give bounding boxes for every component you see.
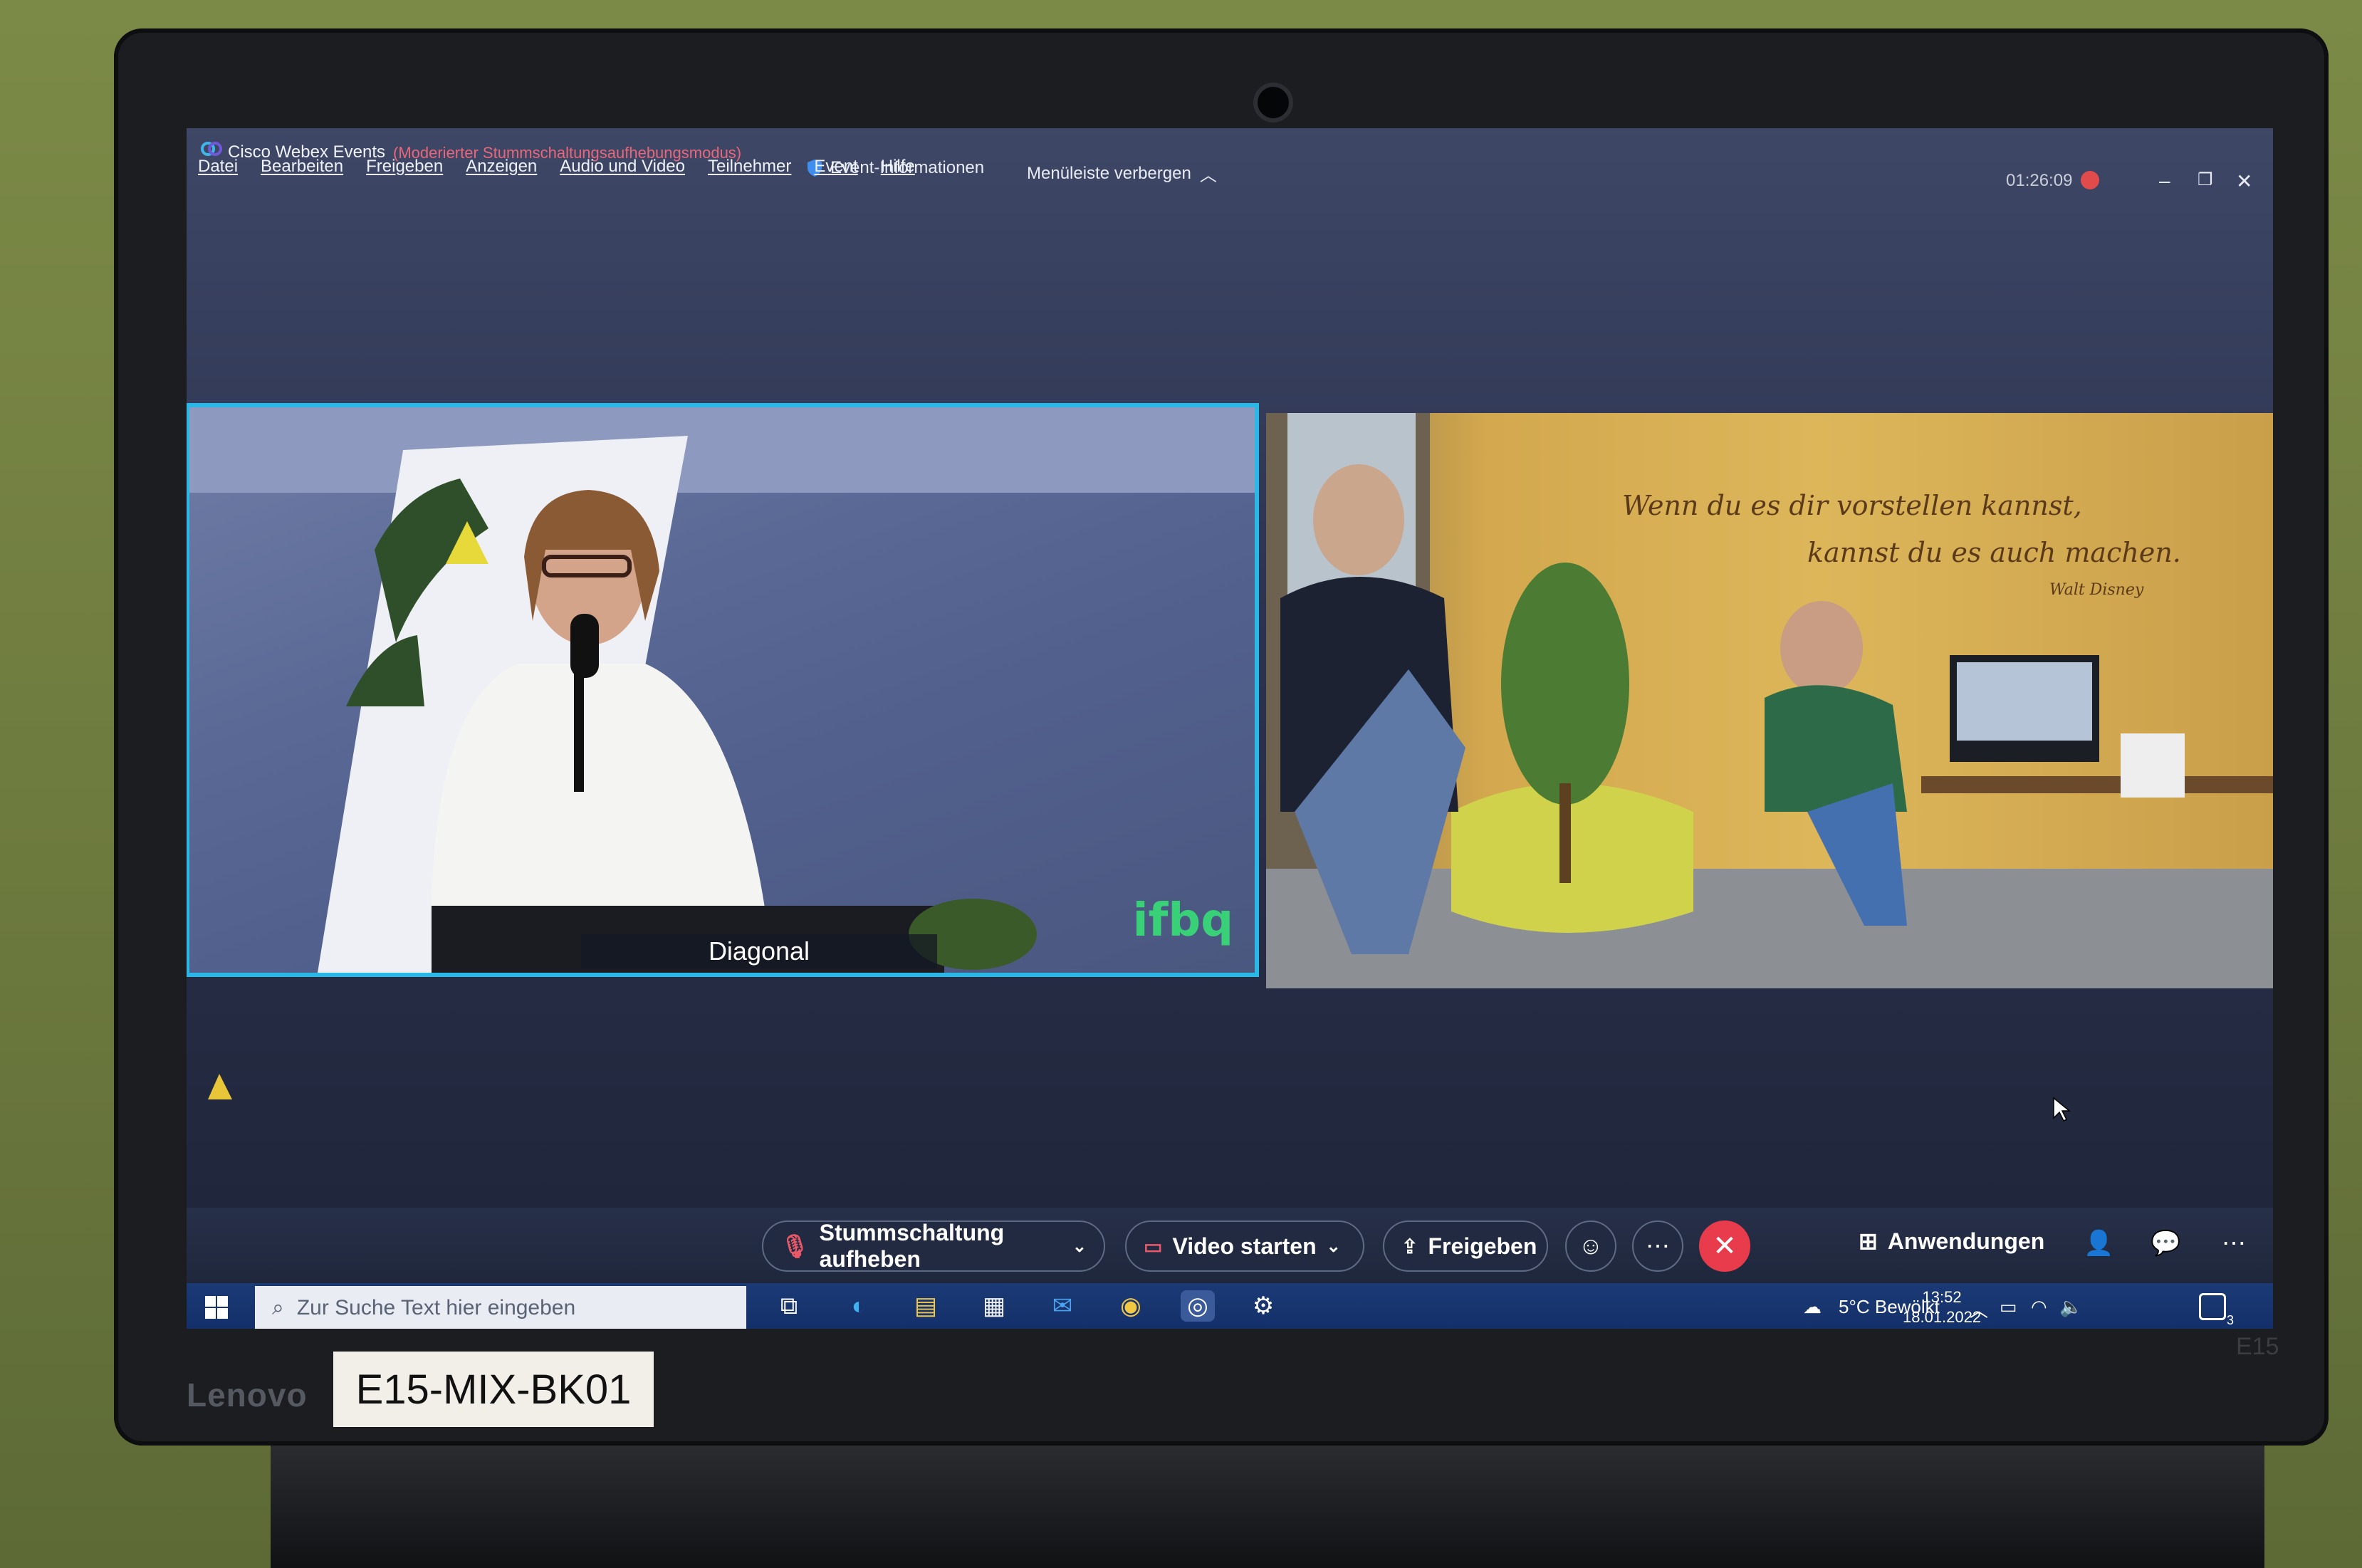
chevron-up-icon: ︿: [1199, 166, 1217, 185]
battery-icon[interactable]: ▭: [2000, 1296, 2017, 1318]
meeting-control-bar: 🎙 Stummschaltung aufheben ⌄ ▭ Video star…: [187, 1208, 2273, 1283]
laptop-screen: Cisco Webex Events (Moderierter Stummsch…: [187, 128, 2273, 1329]
apps-label: Anwendungen: [1887, 1228, 2045, 1254]
participant-name-label: Diagonal: [581, 934, 937, 968]
volume-icon[interactable]: 🔈: [2059, 1296, 2082, 1318]
edge-browser-icon[interactable]: ◐: [842, 1290, 876, 1322]
close-icon[interactable]: ✕: [2236, 169, 2252, 193]
restore-icon[interactable]: ❐: [2198, 169, 2213, 190]
windows-start-icon[interactable]: [204, 1295, 229, 1320]
menu-freigeben[interactable]: Freigeben: [366, 157, 443, 177]
start-video-button[interactable]: ▭ Video starten ⌄: [1125, 1221, 1364, 1272]
tray-clock[interactable]: 13:52 18.01.2022: [1903, 1287, 1981, 1327]
weather-cloud-icon: ☁: [1803, 1296, 1822, 1317]
clock-time: 13:52: [1922, 1288, 1962, 1306]
more-options-button[interactable]: ⋯: [1632, 1221, 1683, 1272]
search-icon: ⌕: [272, 1296, 284, 1319]
apps-button[interactable]: ⊞ Anwendungen: [1859, 1228, 2044, 1255]
recording-icon: [2081, 171, 2099, 189]
mouse-cursor-icon: [2053, 1097, 2071, 1122]
model-mark: E15: [2236, 1333, 2279, 1360]
meeting-timer: 01:26:09: [2006, 171, 2073, 190]
more-icon[interactable]: ⋯: [2222, 1229, 2246, 1258]
webex-taskbar-icon[interactable]: ◎: [1181, 1290, 1215, 1322]
taskbar-search[interactable]: ⌕ Zur Suche Text hier eingeben: [255, 1286, 746, 1329]
participants-icon[interactable]: 👤: [2084, 1229, 2113, 1258]
menu-teilnehmer[interactable]: Teilnehmer: [708, 157, 791, 177]
minimize-icon[interactable]: –: [2159, 169, 2170, 192]
apps-grid-icon: ⊞: [1859, 1228, 1878, 1254]
unmute-button[interactable]: 🎙 Stummschaltung aufheben ⌄: [762, 1220, 1105, 1272]
wall-quote-line-2: kannst du es auch machen.: [1807, 537, 2181, 568]
wall-quote-line-1: Wenn du es dir vorstellen kannst,: [1622, 490, 2082, 521]
share-label: Freigeben: [1428, 1233, 1537, 1259]
start-video-label: Video starten: [1172, 1233, 1317, 1259]
hide-menu-label: Menüleiste verbergen: [1027, 163, 1191, 183]
clock-date: 18.01.2022: [1903, 1308, 1982, 1326]
smiley-icon: ☺: [1578, 1232, 1604, 1260]
mail-icon[interactable]: ✉: [1045, 1290, 1080, 1322]
reactions-button[interactable]: ☺: [1565, 1221, 1616, 1272]
asset-sticker: E15-MIX-BK01: [333, 1352, 654, 1427]
share-icon: ⇪: [1401, 1235, 1418, 1258]
muted-mic-icon: 🎙: [780, 1233, 810, 1259]
ifbq-logo: ifbq: [1132, 894, 1233, 947]
video-tile-active-speaker[interactable]: Diagonal ifbq: [187, 403, 1259, 977]
laptop-base: [271, 1446, 2264, 1568]
file-explorer-icon[interactable]: ▤: [909, 1290, 943, 1322]
ellipsis-icon: ⋯: [1646, 1233, 1670, 1260]
search-placeholder: Zur Suche Text hier eingeben: [296, 1296, 576, 1319]
lenovo-logo: Lenovo: [187, 1376, 308, 1413]
menu-bar: Datei Bearbeiten Freigeben Anzeigen Audi…: [198, 157, 915, 177]
menu-audio-video[interactable]: Audio und Video: [560, 157, 685, 177]
hide-menu-button[interactable]: Menüleiste verbergen ︿: [1027, 161, 1217, 186]
notification-center-icon[interactable]: 3: [2199, 1293, 2234, 1327]
settings-gear-icon[interactable]: ⚙: [1246, 1290, 1280, 1322]
store-icon[interactable]: ▦: [977, 1290, 1011, 1322]
menu-hilfe[interactable]: Hilfe: [881, 157, 915, 177]
chevron-down-icon: ⌄: [1326, 1236, 1341, 1256]
webcam: [1253, 83, 1293, 122]
menu-event[interactable]: Event: [814, 157, 857, 177]
notification-count: 3: [2226, 1313, 2234, 1327]
video-off-icon: ▭: [1144, 1235, 1163, 1258]
hand-raise-reaction-icon: [208, 1074, 232, 1099]
speaker-video-image: [189, 407, 1255, 973]
end-call-button[interactable]: ✕: [1699, 1221, 1750, 1272]
video-tile-room[interactable]: Wenn du es dir vorstellen kannst, kannst…: [1266, 413, 2273, 988]
wifi-icon[interactable]: ◠: [2031, 1296, 2047, 1318]
chrome-icon[interactable]: ◉: [1114, 1290, 1148, 1322]
menu-datei[interactable]: Datei: [198, 157, 238, 177]
windows-taskbar: ⌕ Zur Suche Text hier eingeben ⧉ ◐ ▤ ▦ ✉…: [187, 1283, 2273, 1329]
unmute-label: Stummschaltung aufheben: [819, 1220, 1005, 1272]
chevron-down-icon: ⌄: [1072, 1236, 1087, 1256]
menu-anzeigen[interactable]: Anzeigen: [466, 157, 537, 177]
menu-bearbeiten[interactable]: Bearbeiten: [261, 157, 343, 177]
close-icon: ✕: [1713, 1230, 1737, 1262]
share-button[interactable]: ⇪ Freigeben: [1383, 1221, 1548, 1272]
wall-quote-author: Walt Disney: [2049, 581, 2144, 599]
chat-icon[interactable]: 💬: [2151, 1229, 2180, 1258]
task-view-icon[interactable]: ⧉: [772, 1290, 806, 1322]
